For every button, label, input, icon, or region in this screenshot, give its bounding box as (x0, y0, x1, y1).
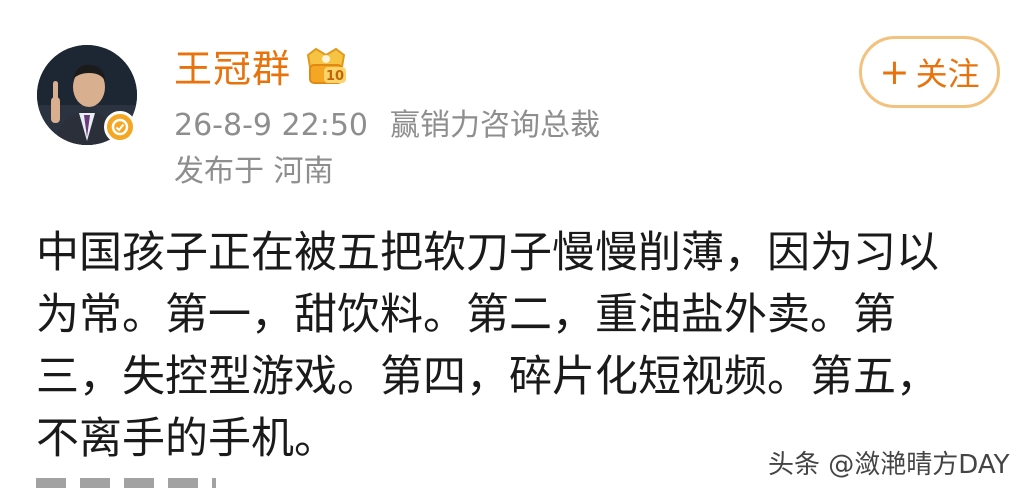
post-meta: 26-8-9 22:50 赢销力咨询总裁 (174, 106, 600, 146)
svg-text:10: 10 (326, 69, 344, 84)
plus-icon: + (879, 51, 910, 93)
verified-badge-icon (104, 111, 136, 143)
level-badge-icon: 10 (302, 45, 350, 87)
next-content-peek (36, 478, 216, 488)
content-line: 中国孩子正在被五把软刀子慢慢削薄，因为习以 (36, 228, 939, 278)
follow-button[interactable]: + 关注 (859, 36, 1000, 108)
post-timestamp: 26-8-9 22:50 (174, 108, 368, 143)
content-line: 为常。第一，甜饮料。第二，重油盐外卖。第 (36, 290, 896, 340)
watermark: 头条 @潋滟晴方DAY (768, 450, 1010, 480)
author-name[interactable]: 王冠群 (174, 45, 291, 93)
post-location: 发布于 河南 (174, 154, 334, 189)
content-line: 三，失控型游戏。第四，碎片化短视频。第五， (36, 352, 939, 402)
author-title: 赢销力咨询总裁 (390, 108, 600, 143)
follow-label: 关注 (915, 55, 980, 93)
post-content: 中国孩子正在被五把软刀子慢慢削薄，因为习以 为常。第一，甜饮料。第二，重油盐外卖… (36, 222, 998, 470)
